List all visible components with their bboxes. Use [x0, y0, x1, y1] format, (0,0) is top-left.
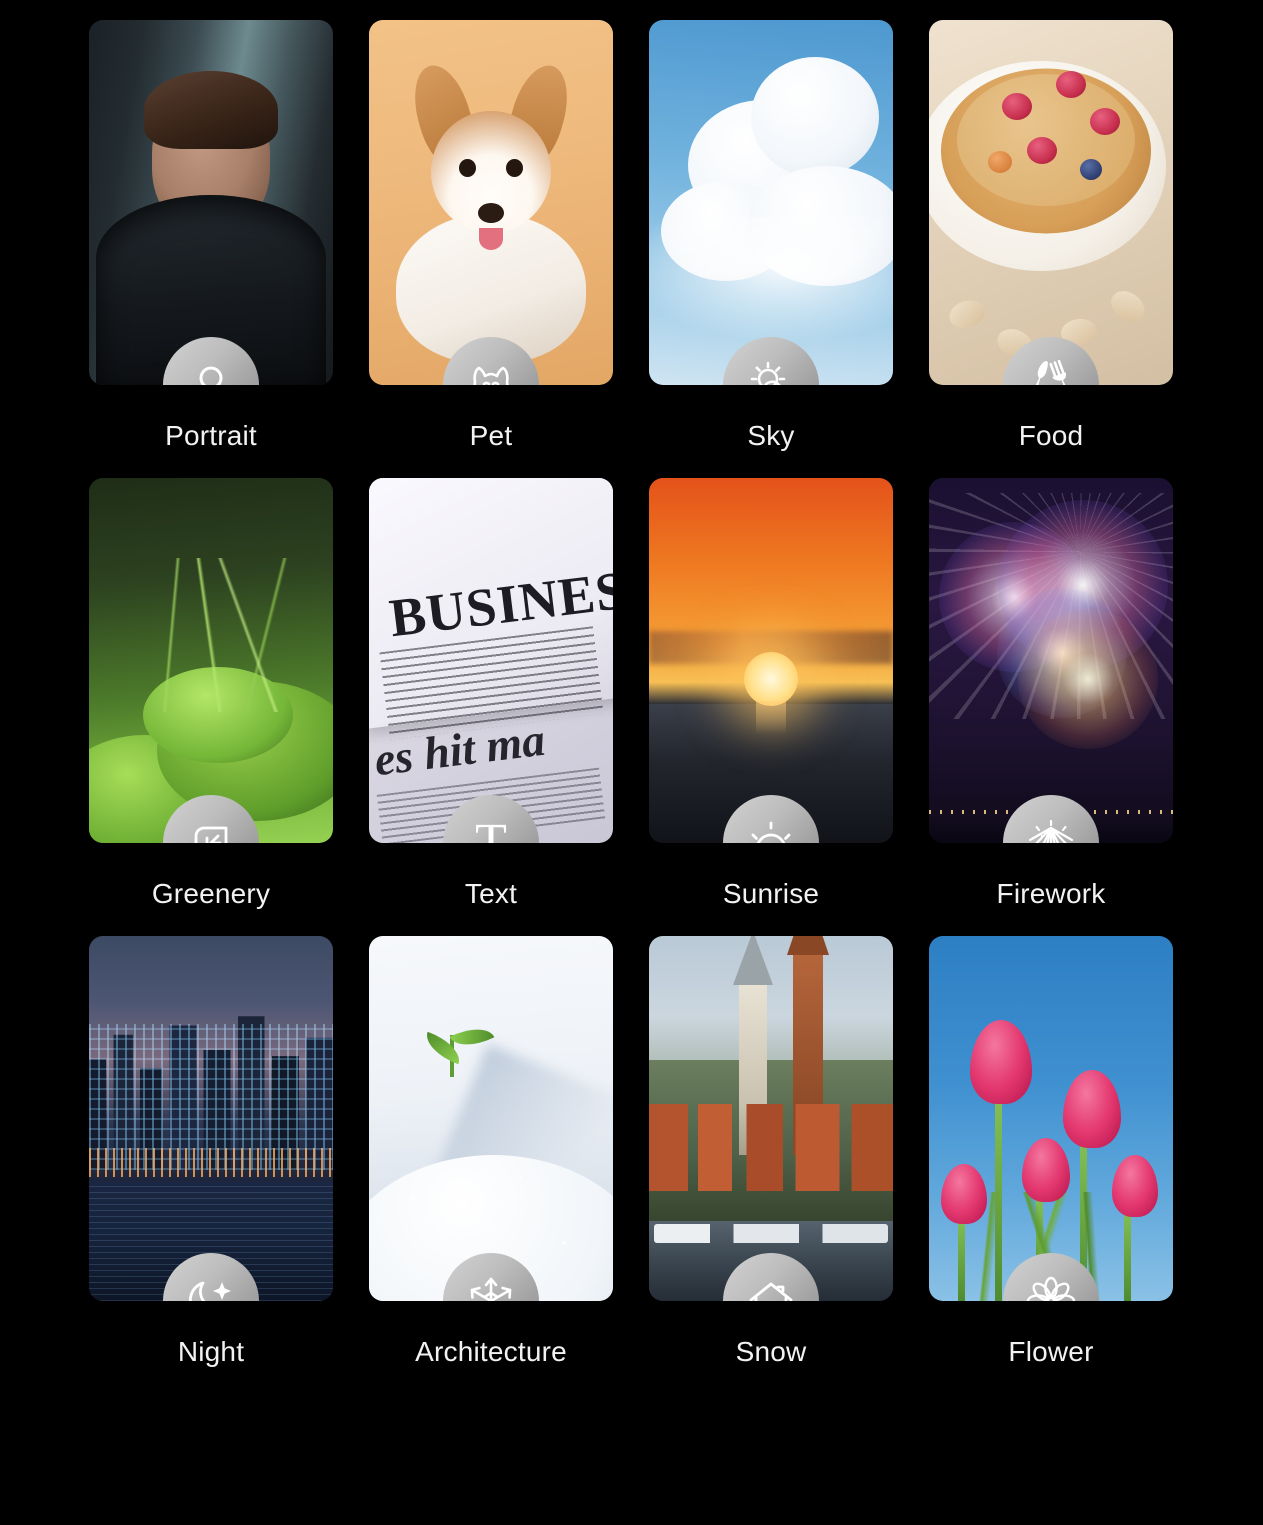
- category-label: Pet: [469, 420, 513, 451]
- category-label: Architecture: [415, 1336, 567, 1367]
- thumbnail-image-snow: [649, 936, 893, 1301]
- pet-tongue: [479, 228, 503, 251]
- tulip-bloom: [941, 1164, 988, 1225]
- cloud-2: [751, 56, 880, 177]
- tulip-bloom: [1112, 1155, 1158, 1218]
- thumbnail-text[interactable]: BUSINES es hit ma T: [369, 478, 613, 843]
- category-card-sunrise[interactable]: Sunrise: [649, 478, 893, 908]
- sunrise-water-glint: [756, 700, 786, 734]
- thumbnail-sunrise[interactable]: [649, 478, 893, 843]
- category-card-food[interactable]: Food: [929, 20, 1173, 450]
- food-berry: [1080, 158, 1103, 180]
- food-berry: [1026, 136, 1057, 164]
- thumbnail-sky[interactable]: [649, 20, 893, 385]
- grass-blades: [108, 558, 319, 712]
- category-card-sky[interactable]: Sky: [649, 20, 893, 450]
- thumbnail-architecture[interactable]: [369, 936, 613, 1301]
- thumbnail-image-sunrise: [649, 478, 893, 843]
- thumbnail-pet[interactable]: [369, 20, 613, 385]
- thumbnail-image-text: BUSINES es hit ma: [369, 478, 613, 843]
- thumbnail-night[interactable]: [89, 936, 333, 1301]
- thumbnail-image-greenery: [89, 478, 333, 843]
- thumbnail-image-food: [929, 20, 1173, 385]
- food-berry: [1002, 93, 1033, 120]
- food-berry: [1055, 71, 1086, 99]
- food-berry: [987, 151, 1012, 174]
- firework-burst: [1018, 609, 1159, 750]
- town-roofs: [649, 1103, 893, 1192]
- thumbnail-flower[interactable]: [929, 936, 1173, 1301]
- thumbnail-image-pet: [369, 20, 613, 385]
- snow-sparkle: [369, 936, 613, 1301]
- category-label: Greenery: [151, 878, 271, 909]
- category-card-night[interactable]: Night: [89, 936, 333, 1366]
- food-nut: [1105, 285, 1150, 328]
- food-berry: [1090, 107, 1121, 135]
- thumbnail-food[interactable]: [929, 20, 1173, 385]
- thumbnail-portrait[interactable]: [89, 20, 333, 385]
- tulip-bloom: [970, 1019, 1033, 1104]
- portrait-hair: [144, 71, 278, 150]
- category-label: Snow: [735, 1336, 807, 1367]
- category-grid: Portrait Pet Sky Food Greenery BUSINES e…: [89, 20, 1174, 1366]
- town-boats: [653, 1224, 889, 1243]
- category-label: Text: [464, 878, 518, 909]
- thumbnail-image-flower: [929, 936, 1173, 1301]
- thumbnail-image-night: [89, 936, 333, 1301]
- category-label: Flower: [1008, 1336, 1094, 1367]
- pet-eye-left: [459, 158, 477, 177]
- category-label: Portrait: [165, 420, 257, 451]
- category-card-pet[interactable]: Pet: [369, 20, 613, 450]
- category-label: Sky: [747, 420, 795, 451]
- category-label: Firework: [996, 878, 1106, 909]
- cloud-haze: [649, 217, 893, 342]
- thumbnail-greenery[interactable]: [89, 478, 333, 843]
- category-grid-screen: Portrait Pet Sky Food Greenery BUSINES e…: [0, 0, 1263, 1525]
- thumbnail-image-firework: [929, 478, 1173, 843]
- thumbnail-image-architecture: [369, 936, 613, 1301]
- thumbnail-firework[interactable]: [929, 478, 1173, 843]
- tulip-bloom: [1021, 1138, 1070, 1203]
- category-label: Food: [1018, 420, 1084, 451]
- tulip-bloom: [1063, 1069, 1122, 1148]
- category-label: Sunrise: [722, 878, 820, 909]
- pet-eye-right: [505, 158, 523, 177]
- category-card-text[interactable]: BUSINES es hit ma T Text: [369, 478, 613, 908]
- thumbnail-snow[interactable]: [649, 936, 893, 1301]
- food-nut: [945, 295, 988, 332]
- thumbnail-image-sky: [649, 20, 893, 385]
- category-card-flower[interactable]: Flower: [929, 936, 1173, 1366]
- thumbnail-image-portrait: [89, 20, 333, 385]
- category-card-greenery[interactable]: Greenery: [89, 478, 333, 908]
- sunrise-sun: [744, 651, 798, 706]
- letter-t-glyph: T: [475, 814, 507, 844]
- category-card-portrait[interactable]: Portrait: [89, 20, 333, 450]
- category-card-firework[interactable]: Firework: [929, 478, 1173, 908]
- night-warm-lights: [89, 1147, 333, 1177]
- category-card-architecture[interactable]: Architecture: [369, 936, 613, 1366]
- pet-nose: [478, 202, 504, 223]
- category-card-snow[interactable]: Snow: [649, 936, 893, 1366]
- category-label: Night: [177, 1336, 245, 1367]
